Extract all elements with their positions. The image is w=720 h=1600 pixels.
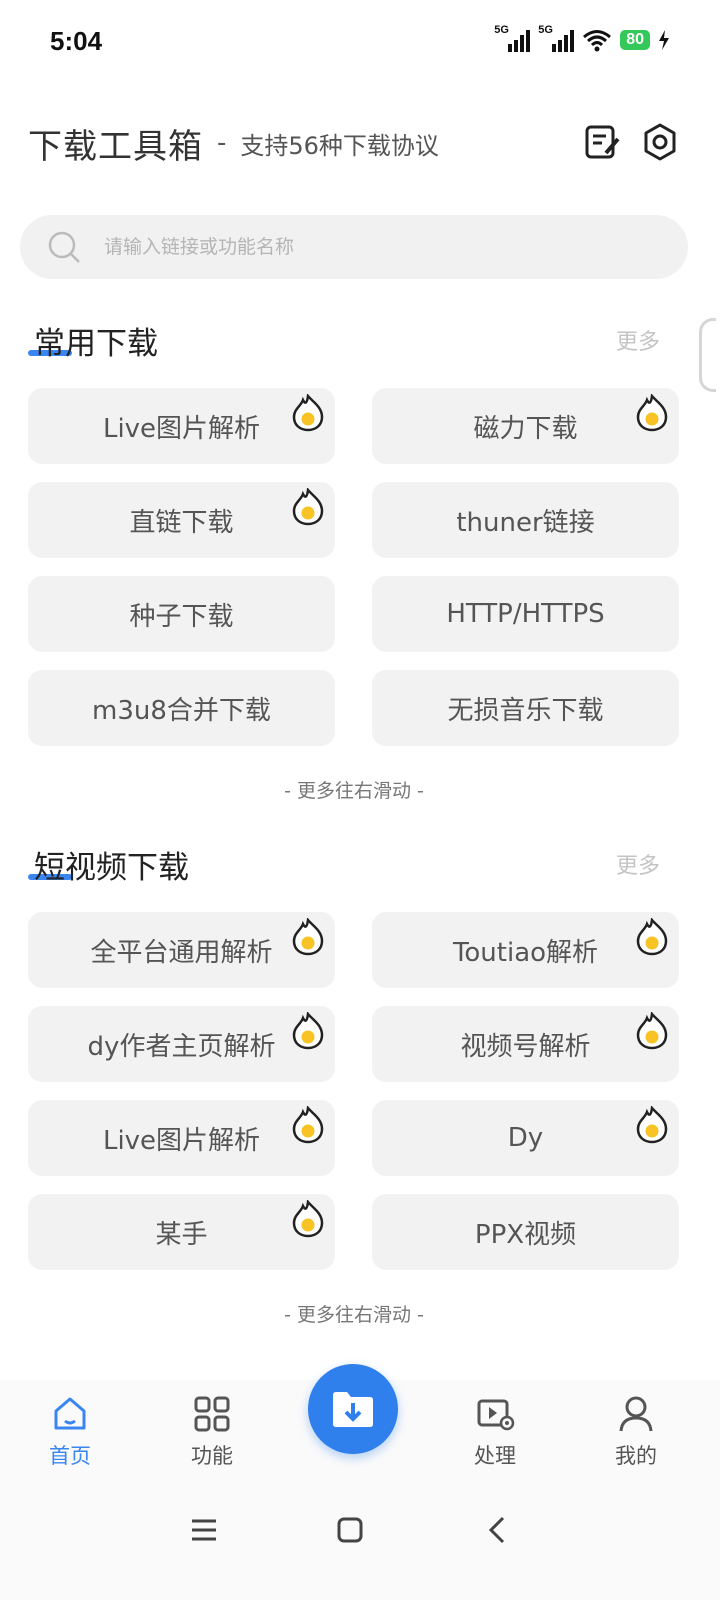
hot-fire-icon [292,394,324,432]
tile-label: Toutiao解析 [452,937,599,968]
back-icon[interactable] [478,1510,518,1550]
section-title: 短视频下载 [34,850,189,886]
tile-channels-parse[interactable]: 视频号解析 [372,1006,679,1082]
search-icon [48,231,80,263]
nav-me[interactable]: 我的 [586,1394,686,1470]
search-bar[interactable] [20,215,688,279]
tile-label: 磁力下载 [473,413,578,444]
hot-fire-icon [636,1012,668,1050]
app-header: 下载工具箱 - 支持56种下载协议 [28,118,680,168]
system-nav-bar [0,1492,720,1600]
page-subtitle: 支持56种下载协议 [240,131,439,160]
tile-dy-author-parse[interactable]: dy作者主页解析 [28,1006,335,1082]
nav-home[interactable]: 首页 [20,1394,120,1470]
signal-label: 5G [538,24,553,36]
tile-live-photo-parse[interactable]: Live图片解析 [28,388,335,464]
wifi-icon [583,30,612,52]
tile-torrent-download[interactable]: 种子下载 [28,576,335,652]
tile-label: PPX视频 [474,1219,577,1250]
more-link[interactable]: 更多 [616,848,660,880]
tile-http-https[interactable]: HTTP/HTTPS [372,576,679,652]
tile-direct-link-download[interactable]: 直链下载 [28,482,335,558]
scroll-hint: - 更多往右滑动 - [284,780,424,802]
tile-lossless-music-download[interactable]: 无损音乐下载 [372,670,679,746]
charging-icon [659,30,669,50]
tile-label: 某手 [155,1219,208,1250]
tile-label: 全平台通用解析 [90,937,273,968]
signal-icon: 5G [494,24,531,52]
tile-label: 视频号解析 [460,1031,591,1062]
tile-label: thuner链接 [456,507,595,538]
tile-label: 直链下载 [129,507,234,538]
hot-fire-icon [292,488,324,526]
scroll-hint: - 更多往右滑动 - [284,1304,424,1326]
tile-magnet-download[interactable]: 磁力下载 [372,388,679,464]
gear-icon [644,123,676,161]
hot-fire-icon [292,1200,324,1238]
tile-label: m3u8合并下载 [92,695,271,726]
nav-label: 我的 [615,1444,657,1468]
notes-edit-icon [585,125,620,159]
side-scroll-handle[interactable] [699,318,716,392]
section-header-common: 常用下载 更多 [34,318,660,364]
common-download-grid: Live图片解析 磁力下载 直链下载 thuner链接 种子下载 HTTP/HT… [28,388,680,746]
nav-label: 功能 [191,1444,233,1468]
settings-button[interactable] [640,122,680,162]
tile-universal-parse[interactable]: 全平台通用解析 [28,912,335,988]
section-title: 常用下载 [34,326,158,362]
notes-button[interactable] [582,122,622,162]
tile-moushou[interactable]: 某手 [28,1194,335,1270]
tile-label: 种子下载 [129,601,234,632]
download-folder-icon [333,1392,373,1427]
status-bar: 5:04 5G 5G 80 [0,0,720,90]
nav-process[interactable]: 处理 [445,1394,545,1470]
tile-m3u8-merge-download[interactable]: m3u8合并下载 [28,670,335,746]
home-icon [54,1397,86,1430]
menu-icon[interactable] [184,1510,224,1550]
hot-fire-icon [636,394,668,432]
signal-label: 5G [494,24,509,36]
more-link[interactable]: 更多 [616,324,660,356]
title-separator: - [217,128,227,158]
nav-label: 处理 [474,1444,516,1468]
page-title: 下载工具箱 [28,126,203,167]
video-process-icon [477,1399,515,1431]
status-icons: 5G 5G 80 [494,24,670,52]
nav-label: 首页 [49,1444,91,1468]
status-time: 5:04 [50,26,103,56]
signal-icon: 5G [538,24,575,52]
tile-label: Live图片解析 [102,413,261,444]
nav-features[interactable]: 功能 [162,1394,262,1470]
tile-thuner-link[interactable]: thuner链接 [372,482,679,558]
battery-level: 80 [620,30,650,50]
tile-label: dy作者主页解析 [87,1031,276,1062]
tile-live-photo-parse-2[interactable]: Live图片解析 [28,1100,335,1176]
hot-fire-icon [292,1012,324,1050]
download-fab-button[interactable] [308,1364,398,1454]
tile-label: HTTP/HTTPS [446,599,605,629]
tile-label: Dy [507,1123,544,1153]
user-icon [619,1396,653,1432]
hot-fire-icon [292,1106,324,1144]
hot-fire-icon [636,1106,668,1144]
search-input[interactable] [102,235,646,259]
tile-label: 无损音乐下载 [447,695,604,726]
section-header-short-video: 短视频下载 更多 [34,842,660,888]
short-video-grid: 全平台通用解析 Toutiao解析 dy作者主页解析 视频号解析 Live图片解… [28,912,680,1270]
tile-toutiao-parse[interactable]: Toutiao解析 [372,912,679,988]
grid-icon [194,1396,230,1432]
hot-fire-icon [292,918,324,956]
tile-dy[interactable]: Dy [372,1100,679,1176]
hot-fire-icon [636,918,668,956]
home-square-icon[interactable] [330,1510,370,1550]
tile-ppx-video[interactable]: PPX视频 [372,1194,679,1270]
tile-label: Live图片解析 [102,1125,261,1156]
